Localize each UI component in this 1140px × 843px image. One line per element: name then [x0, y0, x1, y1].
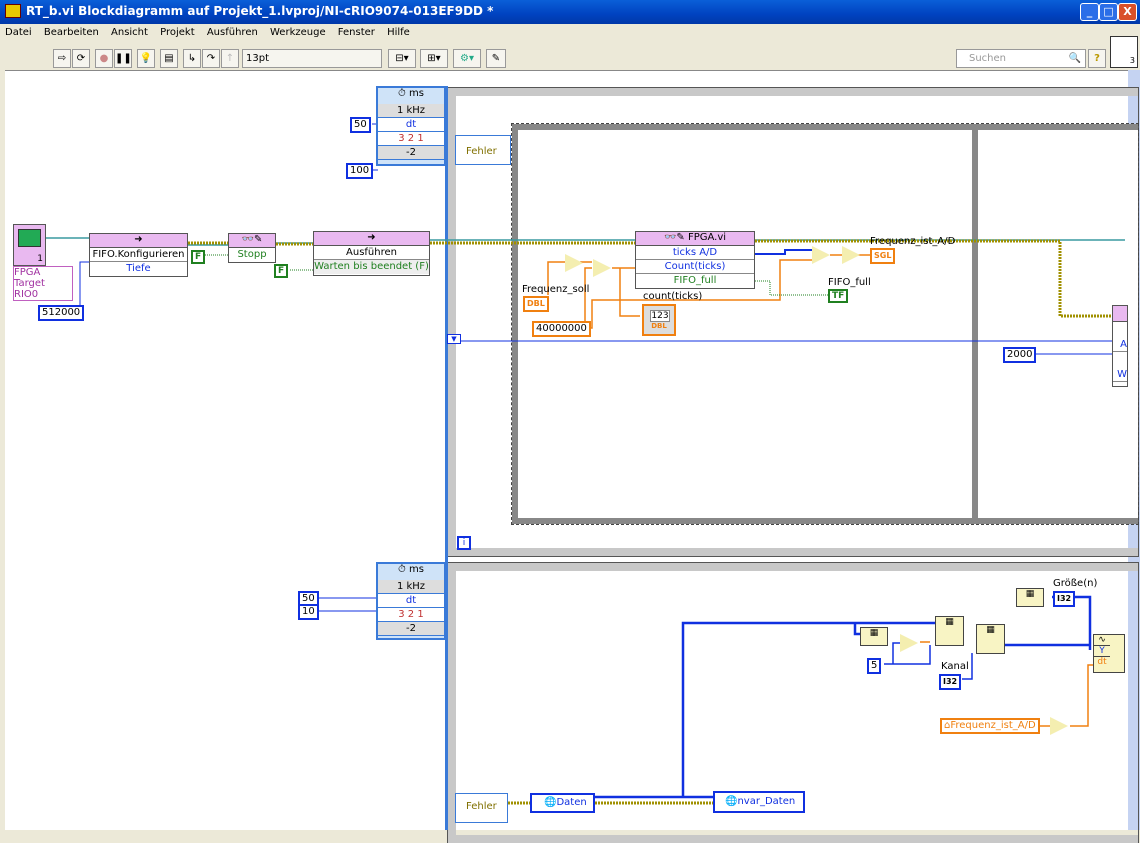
timed-loop-header: ⏱ ms — [378, 564, 444, 580]
timed-loop-1-input-node[interactable]: ⏱ ms 1 kHz dt 3 2 1 -2 — [376, 86, 446, 166]
error-label: Fehler — [466, 146, 497, 157]
wait-false-constant[interactable]: F — [274, 264, 289, 278]
fpga-target-num: 1 — [37, 254, 43, 264]
waveform-icon: ∿ — [1094, 635, 1110, 646]
error-label-2: Fehler — [466, 801, 497, 812]
fpga-target-icon — [18, 229, 41, 247]
run-node[interactable]: ➜ Ausführen Warten bis beendet (F) — [313, 231, 430, 276]
frequenz-soll-label: Frequenz_soll — [522, 284, 590, 295]
fifo-depth-terminal[interactable]: Tiefe — [90, 262, 187, 276]
array-size-icon: ▦ — [1016, 588, 1044, 607]
waveform-y-terminal[interactable]: Y — [1094, 646, 1110, 657]
shared-variable-nvar-daten[interactable]: 🌐nvar_Daten — [713, 791, 805, 813]
count-ticks-value: 123 — [650, 310, 670, 322]
fifo-full-terminal[interactable]: FIFO_full — [636, 274, 754, 288]
reciprocal-icon — [1050, 717, 1068, 735]
wait-until-done-terminal[interactable]: Warten bis beendet (F) — [314, 260, 429, 274]
reshape-array-icon: ▦ — [935, 616, 964, 646]
groesse-indicator[interactable]: I32 — [1053, 591, 1076, 607]
timing-source[interactable]: 1 kHz — [378, 580, 444, 594]
count-ticks-indicator[interactable]: 123 DBL — [642, 304, 676, 336]
dt-terminal[interactable]: dt — [378, 118, 444, 132]
period-constant[interactable]: 50 — [350, 117, 371, 133]
kanal-label: Kanal — [941, 661, 969, 672]
timed-loop-unit: ms — [409, 88, 424, 99]
depth-wire — [75, 261, 90, 312]
waveform-dt-terminal[interactable]: dt — [1094, 657, 1110, 667]
shift-register-down-icon: ▼ — [447, 334, 461, 344]
freq-local-label: Frequenz_ist_A/D — [950, 720, 1036, 731]
stop-false-constant[interactable]: F — [191, 250, 206, 264]
stop-node[interactable]: 👓✎ Stopp — [228, 233, 276, 263]
timeout-constant[interactable]: 2000 — [1003, 347, 1037, 363]
fpga-target-ref[interactable]: 1 — [13, 224, 46, 266]
depth-constant[interactable]: 512000 — [38, 305, 85, 321]
processor-terminal[interactable]: -2 — [378, 622, 444, 636]
count-ticks-label: count(ticks) — [643, 291, 703, 302]
nvar-daten-label: nvar_Daten — [737, 796, 796, 807]
fifo-configure-title: FIFO.Konfigurieren — [90, 248, 187, 262]
timed-loop-2-input-node[interactable]: ⏱ ms 1 kHz dt 3 2 1 -2 — [376, 562, 446, 640]
glasses-pencil-icon: 👓✎ — [229, 234, 275, 248]
priority-constant[interactable]: 100 — [346, 163, 374, 179]
count-ticks-type: DBL — [651, 322, 667, 330]
fifo-full-indicator[interactable]: TF — [828, 289, 849, 303]
index-array-icon: ▦ — [976, 624, 1005, 654]
timing-source[interactable]: 1 kHz — [378, 104, 444, 118]
multiply-icon — [593, 259, 611, 277]
ticks-ad-terminal[interactable]: ticks A/D — [636, 246, 754, 260]
daten-label: Daten — [556, 797, 587, 808]
wires-layer — [45, 123, 1125, 805]
frequenz-ist-label: Frequenz_ist_A/D — [870, 236, 956, 247]
network-icon: 🌐 — [544, 797, 557, 808]
frequenz-ist-local-variable[interactable]: ⌂Frequenz_ist_A/D — [940, 718, 1040, 734]
frequenz-ist-indicator[interactable]: SGL — [870, 248, 896, 264]
shared-variable-daten[interactable]: 🌐Daten — [530, 793, 595, 813]
fpga-vi-node[interactable]: 👓✎ FPGA.vi ticks A/D Count(ticks) FIFO_f… — [635, 231, 755, 289]
clock-icon: ⏱ — [398, 564, 406, 575]
fpga-vi-header: 👓✎ FPGA.vi — [636, 232, 754, 246]
data-wire — [595, 595, 1092, 799]
kanal-control[interactable]: I32 — [939, 674, 962, 690]
timed-loop-unit: ms — [409, 564, 424, 575]
network-icon: 🌐 — [725, 796, 738, 807]
dt-terminal[interactable]: dt — [378, 594, 444, 608]
run-title: Ausführen — [314, 246, 429, 260]
reciprocal-icon — [565, 254, 583, 272]
glasses-pencil-icon: 👓✎ — [663, 232, 688, 243]
offset-constant-2[interactable]: 10 — [298, 604, 319, 620]
count-ticks-terminal[interactable]: Count(ticks) — [636, 260, 754, 274]
fifo-full-label: FIFO_full — [828, 277, 871, 288]
fpga-target-label: FPGA Target RIO0 — [13, 266, 73, 301]
groesse-label: Größe(n) — [1053, 578, 1098, 589]
build-waveform-node[interactable]: ∿ Y dt — [1093, 634, 1125, 673]
five-constant[interactable]: 5 — [867, 658, 882, 674]
error-in-terminal[interactable]: Fehler — [455, 135, 511, 165]
divide-icon — [812, 246, 830, 264]
processor-terminal[interactable]: -2 — [378, 146, 444, 160]
frequenz-soll-control[interactable]: DBL — [523, 296, 549, 312]
offset-terminal[interactable]: 3 2 1 — [378, 608, 444, 622]
right-node-terminal-a[interactable]: A — [1113, 338, 1127, 352]
error-in-terminal-2[interactable]: Fehler — [455, 793, 508, 823]
clock-constant[interactable]: 40000000 — [532, 321, 591, 337]
quotient-remainder-icon — [900, 634, 918, 652]
loop2-config-wire — [315, 597, 378, 612]
clock-icon: ⏱ — [398, 88, 406, 99]
reciprocal-icon — [842, 246, 860, 264]
right-node-terminal-w[interactable]: W — [1113, 368, 1127, 382]
method-arrow-icon: ➜ — [90, 234, 187, 248]
ticks-wire — [755, 249, 812, 255]
timed-loop-header: ⏱ ms — [378, 88, 444, 104]
offset-terminal[interactable]: 3 2 1 — [378, 132, 444, 146]
iteration-terminal: i — [457, 536, 471, 550]
fifo-configure-node[interactable]: ➜ FIFO.Konfigurieren Tiefe — [89, 233, 188, 277]
fifo-full-wire — [755, 280, 828, 296]
stop-terminal[interactable]: Stopp — [229, 248, 275, 262]
method-arrow-icon: ➜ — [314, 232, 429, 246]
node-header — [1113, 306, 1127, 322]
array-size-icon: ▦ — [860, 627, 888, 646]
fifo-read-node[interactable]: A W — [1112, 305, 1128, 387]
fpga-vi-title: FPGA.vi — [687, 232, 727, 243]
